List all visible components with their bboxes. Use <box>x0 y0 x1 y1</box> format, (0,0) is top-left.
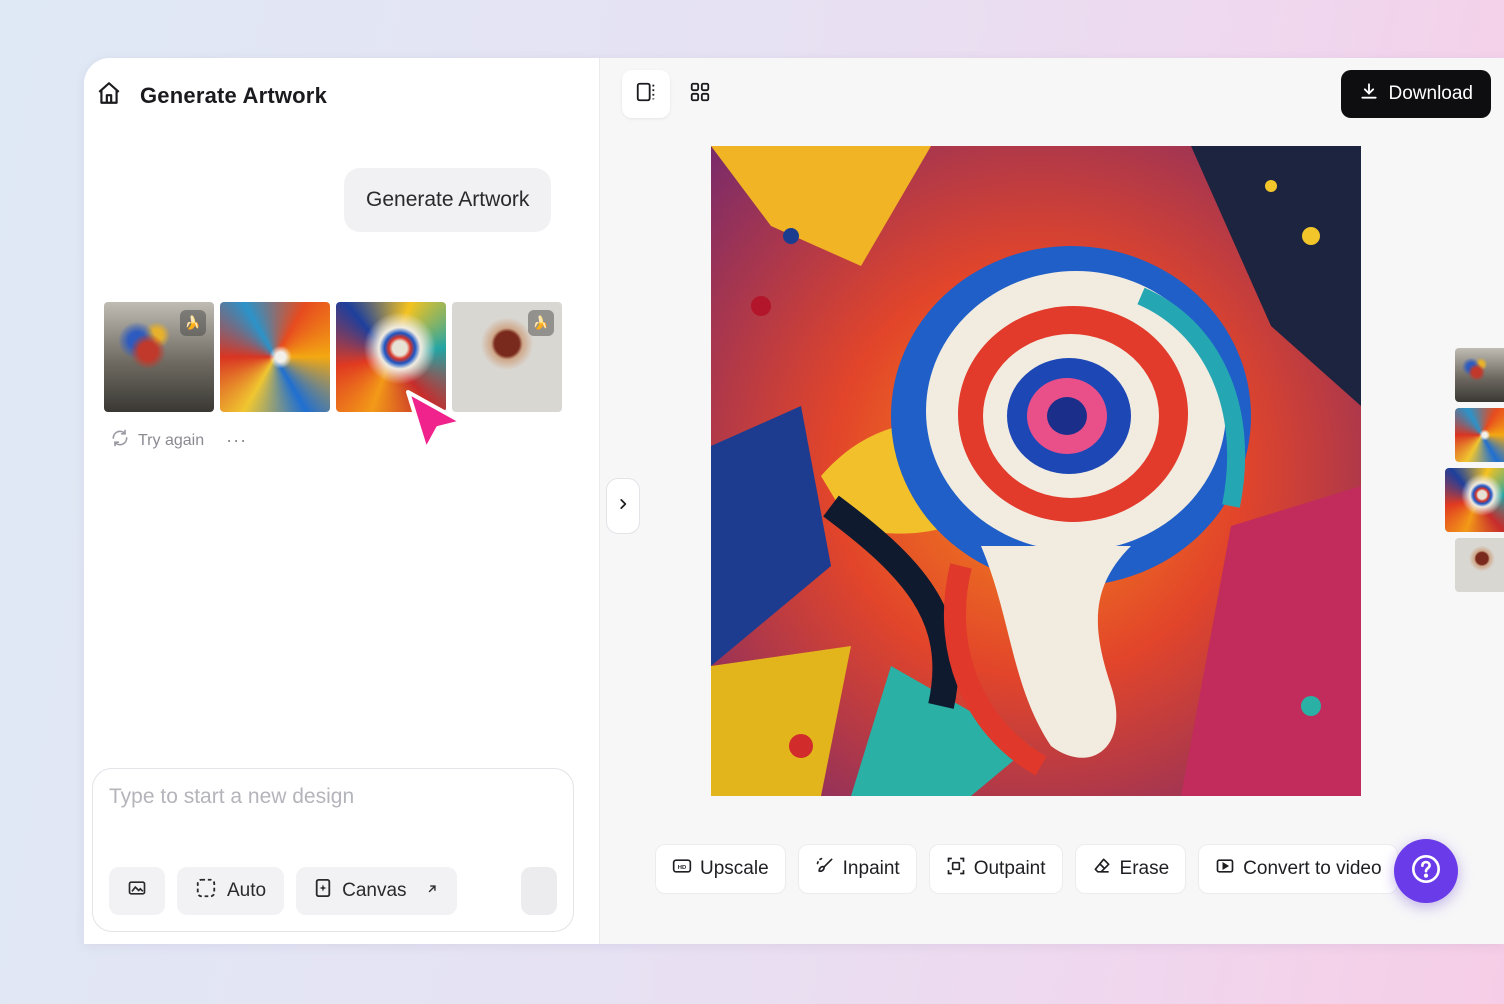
banana-icon: 🍌 <box>528 310 554 336</box>
inpaint-label: Inpaint <box>842 858 900 879</box>
outpaint-button[interactable]: Outpaint <box>928 844 1063 894</box>
page-title: Generate Artwork <box>140 82 327 108</box>
help-button[interactable] <box>1394 839 1458 903</box>
grid-icon <box>689 81 711 108</box>
canvas-icon <box>314 878 332 904</box>
refresh-icon <box>110 428 130 453</box>
new-design-input[interactable] <box>109 785 549 809</box>
grid-view-button[interactable] <box>676 70 724 118</box>
variation-thumbnail-3[interactable] <box>1445 468 1504 532</box>
auto-frame-icon <box>195 877 217 905</box>
auto-label: Auto <box>227 880 267 901</box>
variation-thumbnail-2[interactable] <box>1455 408 1504 462</box>
convert-to-video-button[interactable]: Convert to video <box>1198 844 1399 894</box>
header: Generate Artwork <box>96 80 327 111</box>
play-icon <box>1215 856 1235 882</box>
brush-icon <box>815 856 835 882</box>
collapse-panel-button[interactable] <box>606 478 640 534</box>
hd-icon: HD <box>672 856 692 882</box>
banana-icon: 🍌 <box>180 310 206 336</box>
result-thumbnail-4[interactable]: 🍌 <box>452 302 562 412</box>
result-actions: Try again ··· <box>110 428 247 453</box>
chevron-right-icon <box>616 497 630 516</box>
single-view-button[interactable] <box>622 70 670 118</box>
user-prompt-bubble: Generate Artwork <box>344 168 552 232</box>
home-icon[interactable] <box>96 80 122 111</box>
canvas-label: Canvas <box>342 880 407 901</box>
upload-image-button[interactable] <box>109 867 165 915</box>
help-icon <box>1410 853 1442 890</box>
erase-label: Erase <box>1119 858 1170 879</box>
svg-text:HD: HD <box>678 865 686 871</box>
canvas-button[interactable]: Canvas <box>296 867 457 915</box>
composer-tools: Auto Canvas <box>109 867 457 915</box>
download-icon <box>1359 81 1379 107</box>
chat-panel: Generate Artwork Generate Artwork 🍌 🍌 Tr… <box>84 58 600 944</box>
try-again-button[interactable]: Try again <box>110 428 204 453</box>
more-options-button[interactable]: ··· <box>226 430 247 451</box>
outpaint-label: Outpaint <box>973 858 1046 879</box>
expand-frame-icon <box>946 856 966 882</box>
edit-actions: HD Upscale Inpaint Outpaint Erase Conver… <box>655 844 1399 894</box>
view-toggle <box>622 70 724 118</box>
inpaint-button[interactable]: Inpaint <box>797 844 917 894</box>
app-window: Generate Artwork Generate Artwork 🍌 🍌 Tr… <box>84 58 1504 944</box>
result-thumbnails: 🍌 🍌 <box>104 302 562 412</box>
image-icon <box>127 878 147 904</box>
artwork-image <box>711 146 1361 796</box>
preview-panel: Download HD Upscale Inpaint Outpaint Era… <box>600 58 1504 944</box>
variation-strip <box>1445 348 1504 592</box>
variation-thumbnail-1[interactable] <box>1455 348 1504 402</box>
try-again-label: Try again <box>138 431 205 449</box>
composer: Auto Canvas <box>92 768 574 932</box>
eraser-icon <box>1092 856 1112 882</box>
upscale-button[interactable]: HD Upscale <box>655 844 786 894</box>
generated-artwork[interactable] <box>711 146 1361 796</box>
erase-button[interactable]: Erase <box>1074 844 1187 894</box>
cursor-pointer-icon <box>402 388 468 463</box>
convert-label: Convert to video <box>1243 858 1382 879</box>
variation-thumbnail-4[interactable] <box>1455 538 1504 592</box>
external-link-icon <box>425 880 439 902</box>
result-thumbnail-2[interactable] <box>220 302 330 412</box>
auto-button[interactable]: Auto <box>177 867 285 915</box>
result-thumbnail-1[interactable]: 🍌 <box>104 302 214 412</box>
download-button[interactable]: Download <box>1340 70 1491 118</box>
upscale-label: Upscale <box>700 858 769 879</box>
panel-view-icon <box>635 81 657 108</box>
download-label: Download <box>1388 83 1474 104</box>
send-button[interactable] <box>521 867 557 915</box>
